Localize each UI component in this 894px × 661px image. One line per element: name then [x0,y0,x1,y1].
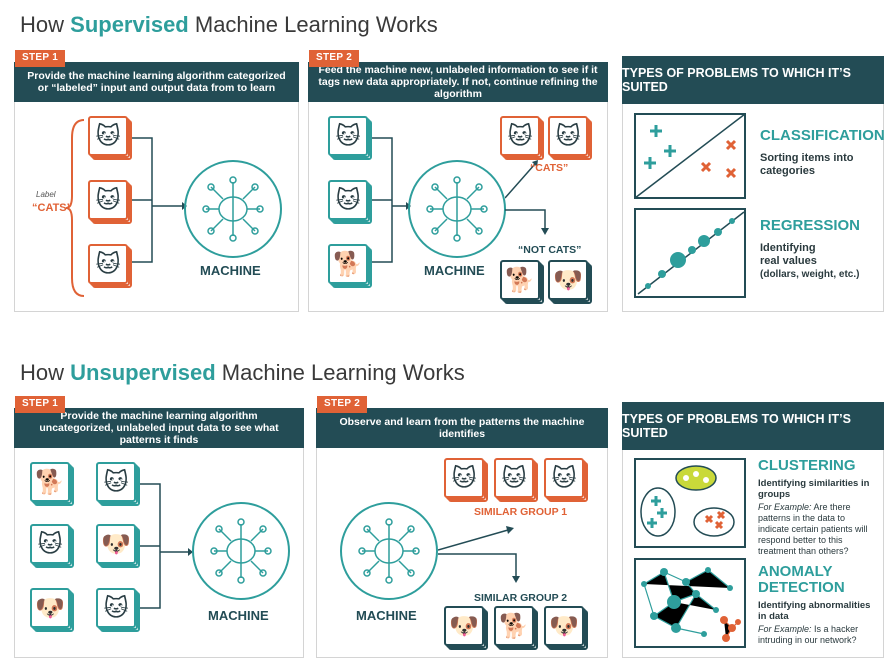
anomaly-title-1: ANOMALY [758,563,833,580]
dog-icon: 🐶 [444,606,484,646]
supervised-step2-banner: Feed the machine new, unlabeled informat… [308,62,608,102]
regression-desc-1: Identifying [760,242,816,254]
dog-icon: 🐕 [30,462,70,502]
machine-label: MACHINE [356,608,417,623]
cat-icon: 🐱 [88,180,128,220]
classification-chart [634,113,746,199]
cat-card-2: 🐱 [88,180,132,224]
input-card-cat-2: 🐱 [96,462,140,506]
dog-icon: 🐕 [500,260,540,300]
dog-icon: 🐕 [328,244,368,284]
anomaly-desc: Identifying abnormalities in data [758,600,871,622]
regression-desc-2: real values [760,255,817,267]
cat-icon: 🐱 [328,180,368,220]
cat-icon: 🐱 [328,116,368,156]
dog-icon: 🐶 [544,606,584,646]
label-brace [66,119,85,297]
input-card-dog-3: 🐶 [96,524,140,568]
group2-card-3: 🐶 [544,606,588,650]
unsupervised-step1-tag: STEP 1 [15,396,66,413]
anomaly-example: For Example: Is a hacker intruding in ou… [758,624,859,645]
label-caption: Label [36,190,56,199]
brain-network-icon [340,502,438,600]
cat-icon: 🐱 [96,462,136,502]
group1-card-3: 🐱 [544,458,588,502]
input-card-dog-2: 🐶 [30,588,74,632]
group1-card-2: 🐱 [494,458,538,502]
brain-network-icon [192,502,290,600]
cat-icon: 🐱 [444,458,484,498]
new-dog-card: 🐕 [328,244,372,288]
classification-desc: Sorting items into categories [760,152,854,177]
group1-card-1: 🐱 [444,458,488,502]
cat-icon: 🐱 [30,524,70,564]
supervised-step1-banner: Provide the machine learning algorithm c… [14,62,299,102]
supervised-types-header: TYPES OF PROBLEMS TO WHICH IT’S SUITED [622,56,884,104]
cat-card-3: 🐱 [88,244,132,288]
cat-icon: 🐱 [548,116,588,156]
unsupervised-types-header: TYPES OF PROBLEMS TO WHICH IT’S SUITED [622,402,884,450]
similar-group-2-label: SIMILAR GROUP 2 [474,592,568,604]
similar-group-1-label: SIMILAR GROUP 1 [474,506,568,518]
connector-lines [372,137,411,263]
not-cats-label: “NOT CATS” [518,244,582,256]
cat-icon: 🐱 [500,116,540,156]
clustering-title: CLUSTERING [758,457,856,474]
unsupervised-step2-tag: STEP 2 [317,396,368,413]
output-arrows [438,526,520,583]
group2-card-2: 🐕 [494,606,538,650]
dog-icon: 🐕 [494,606,534,646]
cat-icon: 🐱 [544,458,584,498]
dog-icon: 🐶 [30,588,70,628]
group2-card-1: 🐶 [444,606,488,650]
new-cat-card-2: 🐱 [328,180,372,224]
brain-network-icon [408,160,506,258]
cats-result-1: 🐱 [500,116,544,160]
clustering-chart [634,458,746,548]
cat-card-1: 🐱 [88,116,132,160]
regression-title: REGRESSION [760,217,861,234]
not-cats-result-2: 🐶 [548,260,592,304]
machine-label: MACHINE [208,608,269,623]
supervised-title: How Supervised Machine Learning Works [20,12,438,37]
classification-title: CLASSIFICATION [760,127,885,144]
cat-icon: 🐱 [88,244,128,284]
anomaly-chart [634,558,746,648]
unsupervised-step2-banner: Observe and learn from the patterns the … [316,408,608,448]
regression-desc-3: (dollars, weight, etc.) [760,269,860,280]
supervised-step1-tag: STEP 1 [15,50,66,67]
cat-icon: 🐱 [88,116,128,156]
cat-icon: 🐱 [494,458,534,498]
machine-label: MACHINE [424,263,485,278]
cats-result-2: 🐱 [548,116,592,160]
anomaly-title-2: DETECTION [758,579,845,596]
dog-icon: 🐶 [96,524,136,564]
cat-icon: 🐱 [96,588,136,628]
input-card-cat-1: 🐱 [30,524,74,568]
cats-result-label: “CATS” [530,162,569,174]
unsupervised-title: How Unsupervised Machine Learning Works [20,360,465,385]
dog-icon: 🐶 [548,260,588,300]
new-cat-card-1: 🐱 [328,116,372,160]
input-card-cat-3: 🐱 [96,588,140,632]
connector-lines [132,137,187,263]
machine-label: MACHINE [200,263,261,278]
supervised-step2-tag: STEP 2 [309,50,360,67]
input-card-dog-1: 🐕 [30,462,74,506]
connector-lines [140,483,193,609]
brain-network-icon [184,160,282,258]
unsupervised-step1-banner: Provide the machine learning algorithm u… [14,408,304,448]
clustering-example: For Example: Are there patterns in the d… [758,502,868,556]
regression-chart [634,208,746,298]
clustering-desc: Identifying similarities in groups [758,478,870,500]
not-cats-result-1: 🐕 [500,260,544,304]
